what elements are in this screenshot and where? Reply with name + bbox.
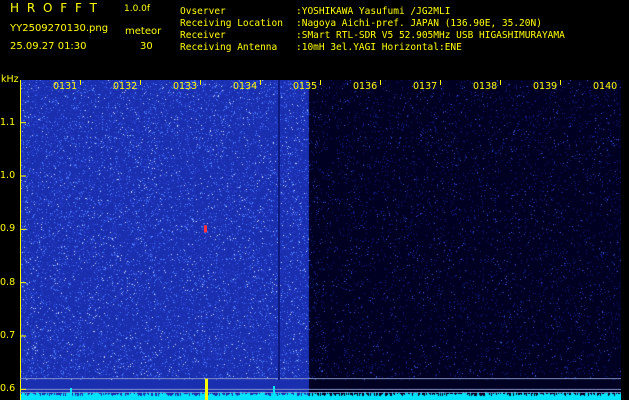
info-value-location: :Nagoya Aichi-pref. JAPAN (136.90E, 35.2… (296, 18, 542, 29)
spectrum-spike (70, 388, 72, 400)
x-tick-label: 0138 (473, 81, 498, 92)
info-value-receiver: :SMart RTL-SDR V5 52.905MHz USB HIGASHIM… (296, 30, 565, 41)
y-tick-label: 0.8 (0, 276, 16, 288)
y-tick-label: 0.6 (0, 383, 16, 395)
y-tick-label: 1.0 (0, 170, 16, 181)
version-label: 1.0.0f (124, 4, 151, 14)
x-tick-label: 0135 (293, 81, 318, 92)
meteor-label: meteor (125, 26, 162, 37)
info-value-antenna: :10mH 3el.YAGI Horizontal:ENE (296, 42, 462, 53)
x-tick-label: 0133 (173, 81, 198, 92)
x-tick-label: 0137 (413, 81, 438, 92)
meteor-echo (204, 225, 207, 233)
app-logo: H R O F F T (10, 1, 100, 15)
x-tick-label: 0132 (113, 81, 138, 92)
y-tick-label: 0.9 (0, 223, 16, 235)
info-label-antenna: Receiving Antenna (180, 42, 278, 53)
spectrum-peak (205, 378, 208, 400)
filename-label: YY2509270130.png (10, 23, 109, 34)
x-tick-label: 0136 (353, 81, 378, 92)
datetime-label: 25.09.27 01:30 (10, 41, 87, 52)
y-tick-label: 1.1 (0, 116, 16, 128)
x-tick-label: 0131 (53, 81, 78, 92)
y-tick-label: 0.7 (0, 330, 16, 341)
spectrum-spike (273, 386, 275, 400)
spectrogram (20, 80, 621, 400)
x-tick-label: 0134 (233, 81, 258, 92)
meteor-count: 30 (140, 41, 153, 52)
hrofft-screen: H R O F F T 1.0.0f YY2509270130.png mete… (0, 0, 629, 400)
info-value-observer: :YOSHIKAWA Yasufumi /JG2MLI (296, 6, 451, 17)
x-tick-label: 0139 (533, 81, 558, 92)
info-label-location: Receiving Location (180, 18, 283, 29)
info-label-receiver: Receiver (180, 30, 226, 41)
info-label-observer: Ovserver (180, 6, 226, 17)
x-tick-label: 0140 (593, 81, 618, 92)
y-axis-unit: kHz (1, 74, 19, 85)
spectrogram-overlay (20, 80, 621, 400)
